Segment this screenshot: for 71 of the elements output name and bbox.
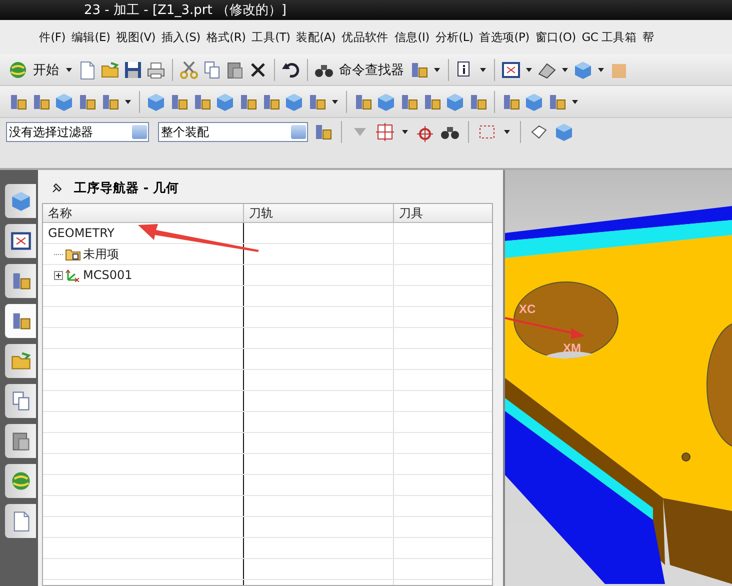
scissors-icon[interactable] [179, 60, 199, 80]
operation-tool-icon[interactable] [284, 92, 304, 112]
menu-item[interactable]: 优品软件 [338, 30, 392, 44]
dropdown-arrow-icon[interactable] [598, 68, 604, 72]
expand-icon[interactable] [54, 270, 63, 280]
sidebar-tab[interactable] [5, 424, 36, 458]
dropdown-arrow-icon[interactable] [402, 130, 408, 134]
menu-item[interactable]: GC 工具箱 [578, 30, 640, 44]
dropdown-arrow-icon[interactable] [526, 68, 532, 72]
crosshair-icon[interactable] [375, 122, 395, 142]
globe-icon [10, 470, 32, 492]
menu-item[interactable]: 编辑(E) [68, 30, 114, 44]
menu-item[interactable]: 工具(T) [248, 30, 294, 44]
printer-icon[interactable] [146, 60, 166, 80]
operation-tool-icon[interactable] [376, 92, 396, 112]
axis-label: XC [519, 302, 536, 316]
3d-part-drawing[interactable] [505, 206, 732, 584]
menu-item[interactable]: 分析(L) [432, 30, 476, 44]
dropdown-arrow-icon[interactable] [480, 68, 486, 72]
operation-tool-icon[interactable] [215, 92, 235, 112]
folder-icon[interactable] [100, 60, 120, 80]
globe-icon[interactable] [8, 60, 28, 80]
dropdown-arrow-icon[interactable] [434, 68, 440, 72]
menu-item[interactable]: 首选项(P) [476, 30, 532, 44]
menu-item[interactable]: 装配(A) [293, 30, 339, 44]
menu-item[interactable]: 窗口(O) [532, 30, 579, 44]
snap-icon[interactable] [313, 122, 333, 142]
navigator-title: 工序导航器 - 几何 [74, 180, 179, 196]
dropdown-arrow-icon[interactable] [125, 100, 131, 104]
pin-icon[interactable] [50, 181, 64, 195]
tree-item[interactable]: MCS001 [83, 268, 132, 282]
axis-label: XM [563, 341, 581, 355]
column-header[interactable]: 刀轨 [244, 204, 394, 222]
operation-tool-icon[interactable] [146, 92, 166, 112]
dropdown-arrow-icon[interactable] [66, 68, 72, 72]
folder-icon [65, 247, 81, 261]
sidebar-tab[interactable] [5, 384, 36, 418]
menu-item[interactable]: 帮 [640, 30, 658, 44]
paste-icon[interactable] [225, 60, 245, 80]
menu-item[interactable]: 信息(I) [391, 30, 432, 44]
folder-icon [10, 350, 32, 372]
menu-item[interactable]: 件(F) [36, 30, 68, 44]
operation-tool-icon[interactable] [54, 92, 74, 112]
window-title: 23 - 加工 - [Z1_3.prt （修改的）] [84, 2, 287, 19]
column-header[interactable]: 刀具 [394, 204, 492, 222]
cube-icon[interactable] [573, 60, 593, 80]
filter-dropdown[interactable]: 整个装配 [158, 122, 308, 142]
dropdown-arrow-icon[interactable] [562, 68, 568, 72]
menu-item[interactable]: 格式(R) [203, 30, 249, 44]
dropdown-arrow-icon[interactable] [504, 130, 510, 134]
cube-icon[interactable] [554, 122, 574, 142]
copy-icon[interactable] [202, 60, 222, 80]
dropdown-arrow-icon[interactable] [332, 100, 338, 104]
column-header[interactable]: 名称 [43, 204, 244, 222]
menu-item[interactable]: 插入(S) [158, 30, 204, 44]
frame-icon [10, 230, 32, 252]
operation-tool-icon[interactable] [524, 92, 544, 112]
tree-item[interactable]: GEOMETRY [48, 226, 114, 240]
coordinate-axes-icon [65, 268, 81, 282]
operation-tool-icon[interactable] [445, 92, 465, 112]
tree-item[interactable]: 未用项 [83, 246, 119, 262]
sidebar-tab[interactable] [5, 304, 36, 338]
start-button[interactable]: 开始 [31, 60, 61, 78]
dropdown-arrow-icon[interactable] [572, 100, 578, 104]
fit-view-icon[interactable] [501, 60, 521, 80]
sidebar-tab[interactable] [5, 264, 36, 298]
command-finder-button[interactable]: 命令查找器 [337, 60, 406, 78]
cube-icon [10, 190, 32, 212]
menu-item[interactable]: 视图(V) [113, 30, 158, 44]
filter-dropdown[interactable]: 没有选择过滤器 [6, 122, 149, 142]
sidebar-tab[interactable] [5, 224, 36, 258]
